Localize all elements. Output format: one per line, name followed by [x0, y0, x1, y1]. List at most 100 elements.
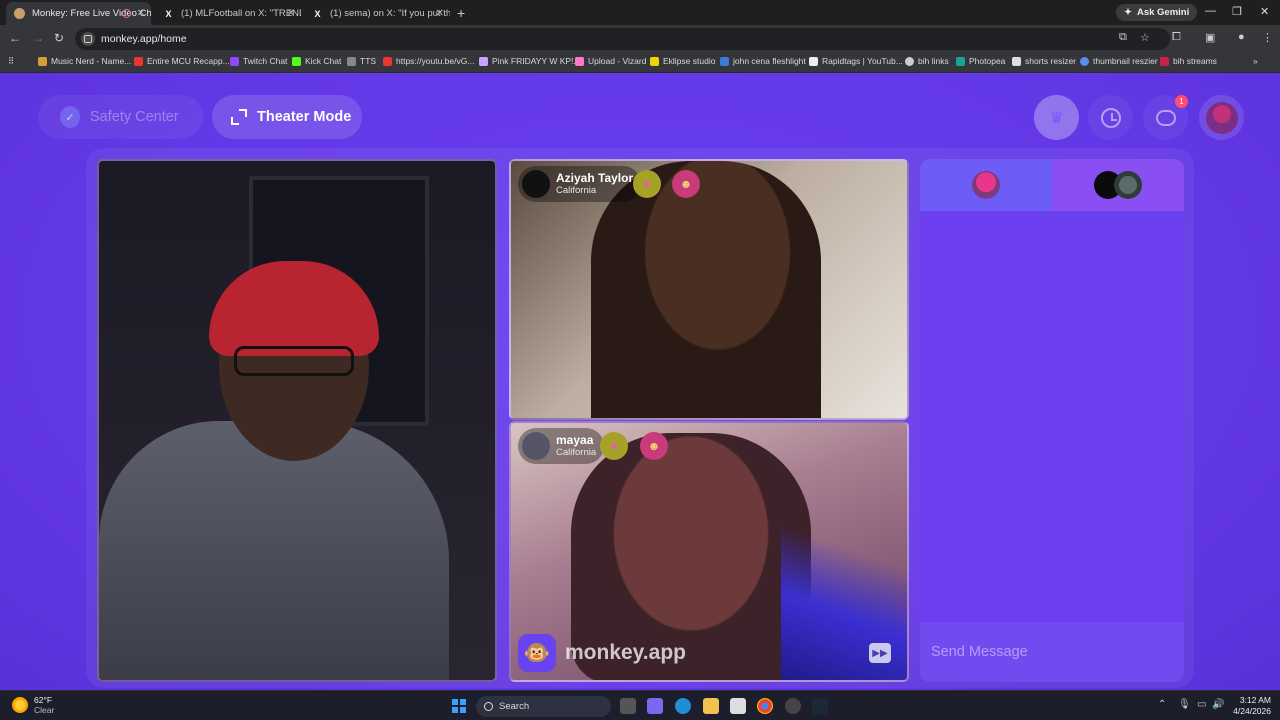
- bookmark-item[interactable]: bih streams: [1160, 56, 1217, 66]
- bookmark-item[interactable]: thumbnail reszier: [1080, 56, 1158, 66]
- more-bookmarks-icon[interactable]: »: [1253, 56, 1258, 66]
- browser-toolbar: ← → ↻ monkey.app/home ⧉ ☆ ⧠ ▣ ● ⋮: [0, 25, 1280, 52]
- bookmark-label: thumbnail reszier: [1093, 56, 1158, 66]
- edge-icon[interactable]: [675, 698, 691, 714]
- user-tag-2[interactable]: mayaa California: [518, 428, 605, 464]
- install-app-icon[interactable]: ⧉: [1119, 31, 1127, 44]
- bookmark-item[interactable]: Entire MCU Recapp...: [134, 56, 230, 66]
- tab-sema[interactable]: X (1) sema) on X: "If you put this ✕: [304, 2, 450, 25]
- skip-icon[interactable]: ▶▶: [869, 643, 891, 663]
- safety-center-label: Safety Center: [90, 109, 179, 125]
- close-window-icon[interactable]: ✕: [1260, 5, 1269, 18]
- monkey-favicon-icon: [14, 8, 25, 19]
- avatar: [1205, 101, 1238, 134]
- restore-icon[interactable]: ❐: [1232, 5, 1242, 18]
- address-bar[interactable]: monkey.app/home: [75, 28, 1170, 50]
- police-icon[interactable]: ☻: [672, 170, 700, 198]
- avatar: [1114, 171, 1142, 199]
- sidebar-icon[interactable]: ▣: [1205, 31, 1215, 44]
- extensions-icon[interactable]: ⧠: [1172, 31, 1181, 44]
- tts-icon: [347, 56, 356, 66]
- bookmark-item[interactable]: Eklipse studio: [650, 56, 715, 66]
- bookmark-favicon-icon: [479, 56, 488, 66]
- tab-monkey[interactable]: Monkey: Free Live Video Ch ✕: [6, 2, 151, 25]
- bookmark-item[interactable]: Pink FRIDAYY W KP!...: [479, 56, 580, 66]
- store-icon[interactable]: [730, 698, 746, 714]
- site-info-icon[interactable]: [81, 32, 95, 46]
- police-icon[interactable]: ☻: [640, 432, 668, 460]
- bookmark-item[interactable]: bih links: [905, 56, 949, 66]
- heart-icon[interactable]: ♥: [633, 170, 661, 198]
- chat-tabs: [920, 159, 1184, 211]
- bookmark-label: bih links: [918, 56, 949, 66]
- recording-icon: [122, 9, 131, 18]
- windows-start-icon[interactable]: [452, 699, 466, 713]
- tab-mlfootball[interactable]: X (1) MLFootball on X: "TRENDIN ✕: [155, 2, 301, 25]
- taskbar-search[interactable]: Search: [476, 696, 611, 717]
- close-tab-icon[interactable]: ✕: [436, 8, 444, 19]
- bookmark-item[interactable]: Photopea: [956, 56, 1005, 66]
- monkey-watermark: 🐵 monkey.app: [518, 634, 686, 672]
- bookmark-item[interactable]: TTS: [347, 56, 376, 66]
- glasses: [234, 346, 354, 376]
- ask-gemini-button[interactable]: ✦ Ask Gemini: [1116, 4, 1198, 21]
- bookmark-item[interactable]: Music Nerd - Name...: [38, 56, 131, 66]
- tab-title: Monkey: Free Live Video Ch: [32, 8, 151, 19]
- profile-button[interactable]: [1199, 95, 1244, 140]
- back-icon[interactable]: ←: [9, 31, 21, 45]
- profile-avatar-icon[interactable]: ●: [1238, 31, 1245, 43]
- minimize-icon[interactable]: —: [1205, 5, 1216, 17]
- copilot-icon[interactable]: [647, 698, 663, 714]
- send-message-input[interactable]: [920, 622, 1184, 682]
- tab-title: (1) MLFootball on X: "TRENDIN: [181, 8, 301, 19]
- close-tab-icon[interactable]: ✕: [287, 8, 295, 19]
- bookmark-item[interactable]: john cena fleshlight: [720, 56, 806, 66]
- bookmark-item[interactable]: Twitch Chat: [230, 56, 287, 66]
- bookmarks-bar: ⠿ Music Nerd - Name... Entire MCU Recapp…: [0, 52, 1280, 73]
- steam-icon[interactable]: [812, 698, 828, 714]
- bookmark-item[interactable]: Rapidtags | YouTub...: [809, 56, 903, 66]
- network-icon[interactable]: ▭: [1197, 699, 1206, 710]
- user-location: California: [556, 185, 597, 196]
- bookmark-item[interactable]: https://youtu.be/vG...: [383, 56, 474, 66]
- bookmark-label: Entire MCU Recapp...: [147, 56, 230, 66]
- bookmark-item[interactable]: shorts resizer: [1012, 56, 1076, 66]
- bookmark-item[interactable]: Upload - Vizard: [575, 56, 646, 66]
- crown-button[interactable]: ♛: [1034, 95, 1079, 140]
- system-clock[interactable]: 3:12 AM 4/24/2026: [1226, 695, 1271, 717]
- menu-dots-icon[interactable]: ⋮: [1262, 31, 1273, 44]
- close-tab-icon[interactable]: ✕: [137, 8, 145, 19]
- microphone-icon[interactable]: 🎙: [1178, 699, 1191, 710]
- tray-chevron-icon[interactable]: ⌃: [1158, 699, 1166, 710]
- theater-mode-button[interactable]: Theater Mode: [212, 95, 362, 139]
- chat-tab-1[interactable]: [920, 159, 1052, 211]
- volume-icon[interactable]: 🔊: [1212, 699, 1224, 710]
- history-button[interactable]: [1088, 95, 1133, 140]
- chat-tab-2[interactable]: [1052, 159, 1184, 211]
- chrome-icon[interactable]: [757, 698, 773, 714]
- bookmark-item[interactable]: Kick Chat: [292, 56, 341, 66]
- user-tag-1[interactable]: Aziyah Taylor California: [518, 166, 642, 202]
- avatar: [522, 432, 550, 460]
- bookmark-star-icon[interactable]: ☆: [1140, 31, 1150, 44]
- weather-widget[interactable]: 62°F Clear: [12, 695, 54, 715]
- safety-center-button[interactable]: ✓ Safety Center: [38, 95, 203, 139]
- new-tab-button[interactable]: +: [457, 5, 465, 21]
- temperature: 62°F: [34, 695, 53, 705]
- kick-icon: [292, 56, 301, 66]
- search-label: Search: [499, 701, 530, 712]
- bookmark-label: TTS: [360, 56, 377, 66]
- bookmark-label: Upload - Vizard: [588, 56, 647, 66]
- obs-icon[interactable]: [785, 698, 801, 714]
- eklipse-icon: [650, 56, 659, 66]
- reload-icon[interactable]: ↻: [54, 31, 64, 45]
- heart-icon[interactable]: ♥: [600, 432, 628, 460]
- file-explorer-icon[interactable]: [703, 698, 719, 714]
- apps-grid-icon[interactable]: ⠿: [8, 56, 14, 67]
- task-view-icon[interactable]: [620, 698, 636, 714]
- shield-icon: ✓: [60, 106, 80, 128]
- avatar: [522, 170, 550, 198]
- rapidtags-icon: [809, 56, 818, 66]
- forward-icon[interactable]: →: [32, 31, 44, 45]
- user-name: Aziyah Taylor: [556, 171, 634, 185]
